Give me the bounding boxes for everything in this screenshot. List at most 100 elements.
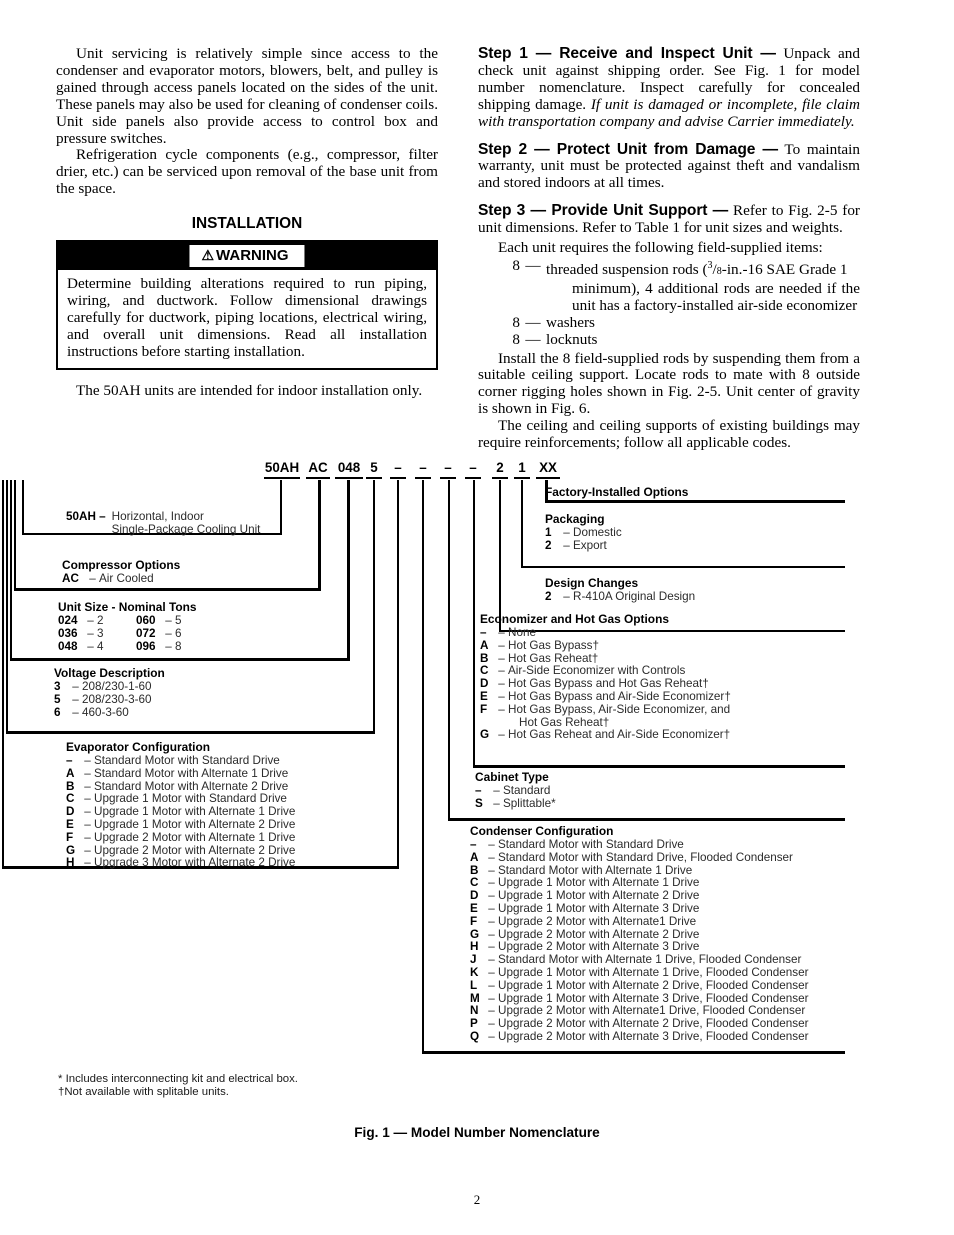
option-value: Upgrade 1 Motor with Alternate 2 Drive [94, 818, 296, 832]
option-value: Hot Gas Bypass and Air-Side Economizer† [508, 690, 731, 704]
leader-line-condenser [422, 480, 425, 1053]
option-row: 3 – 208/230-1-60 [54, 680, 314, 694]
option-value: Standard Motor with Alternate 1 Drive [94, 766, 289, 780]
option-value: 5 [175, 614, 182, 628]
option-dash: – [488, 850, 495, 864]
option-key: A [470, 850, 479, 864]
warning-label-text: WARNING [216, 247, 289, 265]
option-value: Hot Gas Bypass† [508, 638, 599, 652]
warning-triangle-icon: ⚠ [201, 247, 215, 264]
leader-line-voltage [373, 480, 375, 733]
block-economizer-hot-gas-options: Economizer and Hot Gas Options – – None A – H… [480, 613, 840, 742]
option-dash: – [488, 914, 495, 928]
option-dash: – [89, 572, 96, 586]
item-text: threaded suspension rods (3/8-in.-16 SAE… [546, 259, 860, 314]
item-text: washers [546, 313, 595, 331]
option-row: E – Hot Gas Bypass and Air-Side Economizer… [480, 690, 840, 704]
option-row: 024 – 2 [58, 614, 136, 628]
block-title-design-changes: Design Changes [545, 576, 639, 590]
unit-size-column-2: 060 – 5 072 – 6 096 – 8 [136, 614, 226, 653]
option-dash: – [165, 626, 172, 640]
option-dash: – [488, 978, 495, 992]
option-value: 208/230-1-60 [82, 680, 152, 694]
option-key: 2 [545, 538, 552, 552]
option-value: 460-3-60 [82, 705, 129, 719]
option-value: 8 [175, 639, 182, 653]
block-evaporator-configuration: Evaporator Configuration – – Standard Moto… [66, 741, 386, 870]
warning-label: ⚠ WARNING [189, 245, 305, 268]
block-title-cabinet: Cabinet Type [475, 770, 549, 784]
option-row: F – Hot Gas Bypass, Air-Side Economizer, a… [480, 703, 840, 730]
step-1-heading: Step 1 — Receive and Inspect Unit — [478, 45, 776, 62]
option-key: G [480, 728, 490, 742]
option-key: AC [62, 572, 79, 586]
code-segment-ac: AC [306, 460, 330, 479]
fraction-numerator: 3 [707, 259, 713, 271]
block-condenser-configuration: Condenser Configuration – – Standard Motor… [470, 825, 850, 1044]
option-row: L – Upgrade 1 Motor with Alternate 2 Drive… [470, 978, 850, 993]
option-value: Hot Gas Reheat and Air-Side Economizer† [508, 728, 731, 742]
option-row: 072 – 6 [136, 626, 226, 641]
leader-line-evaporator-left [2, 480, 5, 868]
block-title-unit-size: Unit Size - Nominal Tons [58, 600, 197, 614]
item-text-a: threaded suspension rods ( [546, 261, 708, 279]
leader-rule-condenser [422, 1051, 845, 1054]
option-dash: – [488, 902, 495, 916]
model-designation-key: 50AH – [66, 510, 106, 523]
model-designation-value: Horizontal, Indoor Single-Package Coolin… [111, 510, 261, 536]
option-key: 036 [58, 626, 78, 640]
option-row: – – None [480, 626, 840, 640]
option-key: 072 [136, 626, 156, 640]
option-key: A [480, 638, 489, 652]
option-value: Standard Motor with Standard Drive, Floo… [498, 850, 793, 864]
option-dash: – [84, 830, 91, 844]
step-2: Step 2 — Protect Unit from Damage — To m… [478, 140, 860, 193]
option-value: Upgrade 3 Motor with Alternate 2 Drive [94, 856, 296, 870]
option-value: Hot Gas Bypass, Air-Side Economizer, and… [508, 703, 840, 730]
item-qty: 8 [512, 330, 520, 348]
option-dash: – [488, 1030, 495, 1044]
code-segment-voltage: 5 [366, 460, 382, 479]
item-dash: — [525, 330, 541, 348]
item-text-continued: minimum), 4 additional rods are needed i… [572, 279, 860, 314]
option-key: H [66, 856, 75, 870]
option-value: Upgrade 1 Motor with Alternate 3 Drive [498, 902, 700, 916]
option-row: 036 – 3 [58, 626, 136, 641]
option-key: F [470, 914, 478, 928]
option-value: Export [573, 538, 607, 552]
option-key: 096 [136, 639, 156, 653]
field-supplied-intro: Each unit requires the following field-s… [498, 239, 823, 257]
option-key: E [470, 902, 478, 916]
block-title-voltage: Voltage Description [54, 666, 165, 680]
option-row: E – Upgrade 1 Motor with Alternate 3 Drive [470, 902, 850, 916]
option-row: K – Upgrade 1 Motor with Alternate 1 Drive… [470, 966, 850, 980]
leader-rule-cabinet [448, 818, 845, 821]
option-value: 4 [97, 639, 104, 653]
option-value: R-410A Original Design [573, 590, 696, 604]
option-row: – – Standard Motor with Standard Drive [470, 838, 850, 852]
right-text-column: Step 1 — Receive and Inspect Unit — Unpa… [478, 45, 860, 452]
block-title-evaporator: Evaporator Configuration [66, 740, 211, 754]
option-key: S [475, 796, 483, 810]
model-number-nomenclature-diagram: 50AH AC 048 5 – – – – 2 1 XX 50AH – Hori… [0, 455, 954, 1075]
leader-line-model-left [22, 480, 25, 535]
option-row: 2 – R-410A Original Design [545, 590, 845, 604]
step-3-heading: Step 3 — Provide Unit Support — [478, 202, 729, 220]
option-dash: – [87, 614, 94, 628]
option-row: 2 – Export [545, 538, 845, 553]
option-row: A – Hot Gas Bypass† [480, 638, 840, 653]
leader-rule-packaging [521, 566, 845, 569]
model-designation-row: 50AH – Horizontal, Indoor Single-Package… [66, 510, 296, 537]
option-value: Domestic [573, 526, 622, 540]
option-value: Upgrade 2 Motor with Alternate 3 Drive, … [498, 1030, 809, 1044]
footnotes: * Includes interconnecting kit and elect… [58, 1073, 298, 1100]
block-voltage-description: Voltage Description 3 – 208/230-1-60 5 –… [54, 667, 314, 719]
option-value: Air Cooled [99, 572, 154, 586]
step-2-heading: Step 2 — Protect Unit from Damage — [478, 140, 778, 158]
item-qty: 8 [512, 313, 520, 331]
option-dash: – [72, 692, 79, 706]
option-row: F – Upgrade 2 Motor with Alternate 1 Drive [66, 830, 386, 845]
item-qty: 8 [512, 256, 520, 274]
code-segment-condenser: – [415, 460, 431, 479]
document-page: Unit servicing is relatively simple sinc… [0, 0, 954, 1235]
